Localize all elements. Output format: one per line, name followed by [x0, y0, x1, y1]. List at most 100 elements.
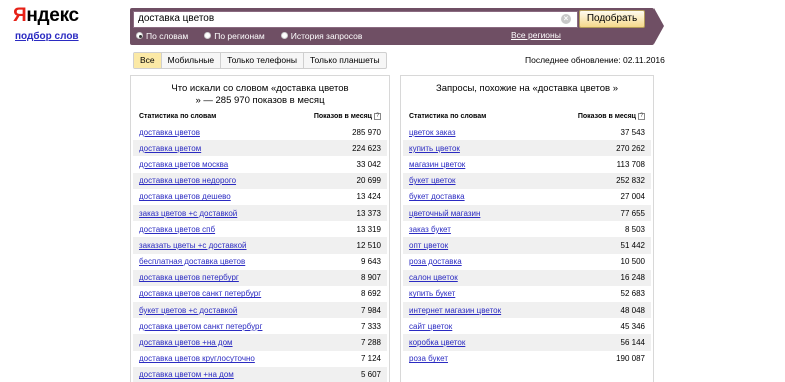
phrase-link[interactable]: доставка цветов +на дом [139, 338, 233, 347]
wordstat-link[interactable]: подбор слов [15, 31, 79, 42]
table-row: букет цветок 252 832 [403, 172, 651, 189]
tab-all[interactable]: Все [134, 53, 162, 68]
phrase-link[interactable]: магазин цветок [409, 160, 465, 169]
table-row: доставка цветом +на дом 5 607 [133, 366, 387, 382]
col-phrase-header: Статистика по словам [409, 112, 487, 120]
phrase-link[interactable]: цветочный магазин [409, 209, 480, 218]
impressions-count: 77 655 [620, 208, 645, 218]
phrase-link[interactable]: заказ букет [409, 225, 451, 234]
tab-tablets[interactable]: Только планшеты [304, 53, 386, 68]
phrase-link[interactable]: заказ цветов +с доставкой [139, 209, 237, 218]
phrase-link[interactable]: доставка цветом +на дом [139, 370, 234, 379]
table-row: доставка цветов 285 970 [133, 124, 387, 140]
clear-icon[interactable]: × [561, 14, 571, 24]
phrase-link[interactable]: доставка цветов дешево [139, 192, 231, 201]
right-table-body: цветок заказ 37 543 купить цветок 270 262 ма… [403, 124, 651, 367]
left-table-body: доставка цветов 285 970 доставка цветом 224… [133, 124, 387, 382]
phrase-link[interactable]: доставка цветов москва [139, 160, 228, 169]
right-results-panel: Запросы, похожие на «доставка цветов » С… [400, 75, 654, 382]
col-count-header: Показов в месяц [577, 112, 636, 120]
phrase-link[interactable]: цветок заказ [409, 128, 456, 137]
left-results-panel: Что искали со словом «доставка цветов » … [130, 75, 390, 382]
impressions-count: 285 970 [352, 127, 381, 137]
table-row: сайт цветок 45 346 [403, 318, 651, 334]
impressions-count: 13 319 [356, 224, 381, 234]
phrase-link[interactable]: купить букет [409, 289, 455, 298]
phrase-link[interactable]: букет доставка [409, 192, 465, 201]
search-input[interactable]: доставка цветов [133, 11, 578, 28]
radio-label: По регионам [214, 30, 265, 41]
phrase-link[interactable]: доставка цветов круглосуточно [139, 354, 255, 363]
phrase-link[interactable]: доставка цветом [139, 144, 201, 153]
phrase-link[interactable]: доставка цветов недорого [139, 176, 236, 185]
all-regions-link[interactable]: Все регионы [511, 30, 561, 40]
phrase-link[interactable]: доставка цветов спб [139, 225, 215, 234]
table-row: магазин цветок 113 708 [403, 156, 651, 172]
impressions-count: 252 832 [616, 176, 645, 186]
device-tabs: Все Мобильные Только телефоны Только пла… [133, 52, 387, 69]
phrase-link[interactable]: роза букет [409, 354, 448, 363]
help-icon[interactable]: ? [374, 112, 381, 120]
impressions-count: 7 984 [360, 305, 381, 315]
phrase-link[interactable]: опт цветок [409, 241, 448, 250]
table-row: доставка цветов круглосуточно 7 124 [133, 351, 387, 367]
table-row: букет цветов +с доставкой 7 984 [133, 302, 387, 319]
impressions-count: 45 346 [620, 321, 645, 331]
table-row: салон цветок 16 248 [403, 269, 651, 286]
phrase-link[interactable]: сайт цветок [409, 322, 452, 331]
impressions-count: 33 042 [356, 159, 381, 169]
table-row: доставка цветов москва 33 042 [133, 156, 387, 172]
table-row: заказать цветы +с доставкой 12 510 [133, 237, 387, 254]
table-row: доставка цветов +на дом 7 288 [133, 334, 387, 351]
phrase-link[interactable]: доставка цветов [139, 128, 200, 137]
phrase-link[interactable]: букет цветов +с доставкой [139, 306, 237, 315]
phrase-link[interactable]: букет цветок [409, 176, 456, 185]
table-row: опт цветок 51 442 [403, 237, 651, 254]
table-row: доставка цветов недорого 20 699 [133, 172, 387, 189]
table-row: заказ цветов +с доставкой 13 373 [133, 204, 387, 222]
radio-dot-icon [280, 32, 288, 39]
impressions-count: 8 907 [360, 273, 381, 283]
phrase-link[interactable]: бесплатная доставка цветов [139, 257, 245, 266]
impressions-count: 190 087 [616, 354, 645, 364]
phrase-link[interactable]: доставка цветом санкт петербург [139, 322, 262, 331]
left-table-header: Статистика по словам Показов в месяц? [139, 108, 381, 124]
submit-button[interactable]: Подобрать [579, 10, 645, 28]
left-panel-title: Что искали со словом «доставка цветов » … [131, 76, 389, 108]
radio-by-words[interactable]: По словам [136, 31, 188, 41]
impressions-count: 16 248 [620, 273, 645, 283]
phrase-link[interactable]: доставка цветов санкт петербург [139, 289, 261, 298]
phrase-link[interactable]: купить цветок [409, 144, 460, 153]
impressions-count: 7 333 [360, 321, 381, 331]
impressions-count: 7 288 [360, 338, 381, 348]
radio-by-regions[interactable]: По регионам [204, 31, 265, 41]
phrase-link[interactable]: салон цветок [409, 273, 458, 282]
radio-history[interactable]: История запросов [280, 30, 363, 41]
tab-phones[interactable]: Только телефоны [221, 53, 304, 68]
impressions-count: 8 503 [624, 224, 645, 234]
phrase-link[interactable]: заказать цветы +с доставкой [139, 241, 247, 250]
right-table-header: Статистика по словам Показов в месяц? [409, 108, 645, 124]
table-row: доставка цветов спб 13 319 [133, 221, 387, 237]
impressions-count: 12 510 [356, 240, 381, 250]
tab-mobile[interactable]: Мобильные [162, 53, 222, 68]
impressions-count: 9 643 [360, 257, 381, 267]
yandex-logo[interactable]: Яндекс [13, 5, 79, 27]
impressions-count: 7 124 [360, 354, 381, 364]
col-phrase-header: Статистика по словам [139, 112, 217, 120]
table-row: доставка цветов санкт петербург 8 692 [133, 286, 387, 302]
radio-label: По словам [146, 30, 189, 41]
radio-label: История запросов [290, 30, 363, 41]
impressions-count: 56 144 [620, 338, 645, 348]
radio-dot-icon [204, 32, 212, 39]
phrase-link[interactable]: роза доставка [409, 257, 462, 266]
impressions-count: 10 500 [620, 257, 645, 267]
search-mode-radios: По словам По регионам История запросов [136, 30, 374, 41]
help-icon[interactable]: ? [638, 112, 645, 120]
phrase-link[interactable]: доставка цветов петербург [139, 273, 239, 282]
phrase-link[interactable]: коробка цветок [409, 338, 465, 347]
impressions-count: 224 623 [352, 143, 381, 153]
logo-first-letter: Я [13, 5, 27, 26]
table-row: букет доставка 27 004 [403, 189, 651, 205]
phrase-link[interactable]: интернет магазин цветок [409, 306, 501, 315]
